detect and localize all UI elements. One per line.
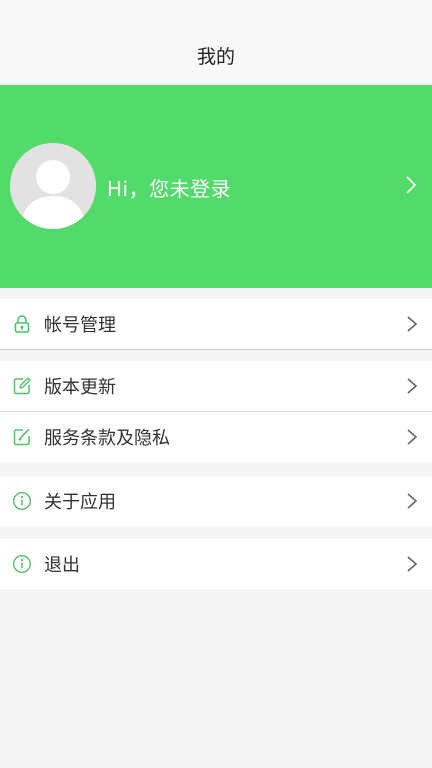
chevron-right-icon: [406, 176, 417, 194]
menu-label-logout: 退出: [44, 555, 80, 576]
default-avatar-icon: [10, 143, 96, 229]
menu-group-info: 版本更新 服务条款及隐私: [0, 361, 432, 462]
chevron-right-icon: [407, 556, 418, 572]
lock-icon: [12, 314, 32, 334]
menu-label-about: 关于应用: [44, 492, 116, 513]
top-bar: 我的: [0, 0, 432, 85]
info-icon: [12, 554, 32, 574]
menu-item-terms[interactable]: 服务条款及隐私: [0, 412, 432, 462]
divider: [0, 349, 432, 350]
menu-group-about: 关于应用: [0, 476, 432, 526]
profile-banner[interactable]: Hi，您未登录: [0, 85, 432, 288]
menu-group-account: 帐号管理: [0, 299, 432, 350]
menu-item-about[interactable]: 关于应用: [0, 476, 432, 526]
sign-icon: [12, 427, 32, 447]
edit-icon: [12, 376, 32, 396]
menu-item-logout[interactable]: 退出: [0, 539, 432, 589]
avatar: [10, 143, 96, 229]
info-icon: [12, 491, 32, 511]
menu-item-account[interactable]: 帐号管理: [0, 299, 432, 349]
menu-group-logout: 退出: [0, 539, 432, 589]
login-status-text: Hi，您未登录: [107, 177, 232, 201]
menu-label-version: 版本更新: [44, 377, 116, 398]
chevron-right-icon: [407, 429, 418, 445]
menu-label-terms: 服务条款及隐私: [44, 428, 170, 449]
chevron-right-icon: [407, 493, 418, 509]
page-title: 我的: [196, 46, 235, 68]
menu-label-account: 帐号管理: [44, 315, 116, 336]
chevron-right-icon: [407, 378, 418, 394]
chevron-right-icon: [407, 316, 418, 332]
menu-item-version[interactable]: 版本更新: [0, 361, 432, 411]
